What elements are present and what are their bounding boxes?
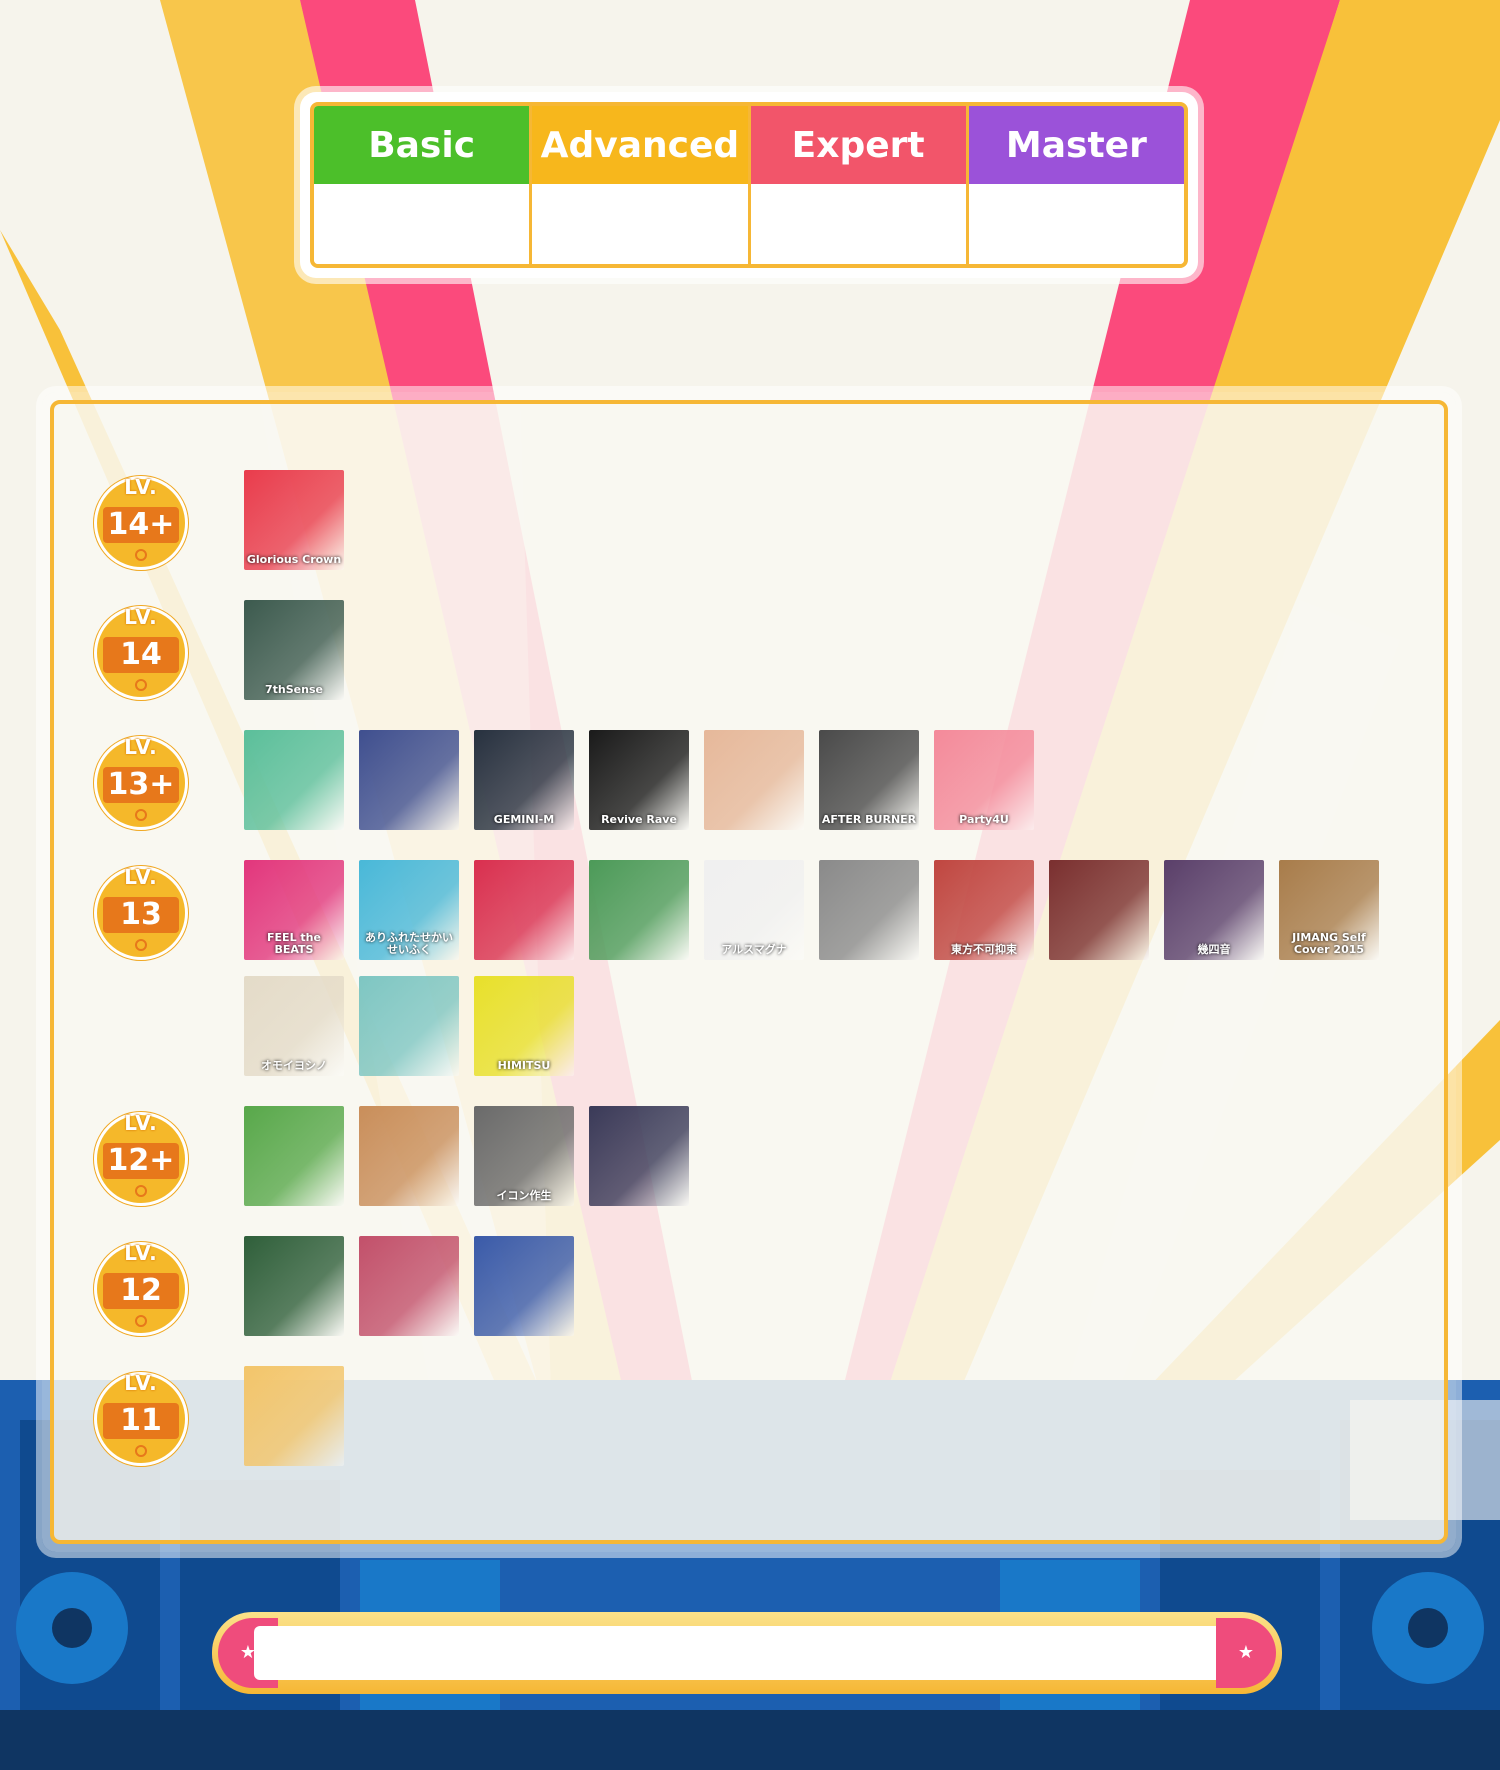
song-jacket-title: Revive Rave	[601, 813, 677, 826]
song-jacket[interactable]	[589, 860, 689, 960]
level-number: 13	[103, 897, 179, 933]
song-jacket[interactable]: FEEL the BEATS	[244, 860, 344, 960]
song-jacket[interactable]: HIMITSU	[474, 976, 574, 1076]
level-badge: LV. 12+	[94, 1111, 188, 1206]
badge-dot-icon	[135, 1185, 147, 1197]
song-jacket[interactable]: アルスマグナ	[704, 860, 804, 960]
level-badge-prefix: LV.	[124, 1371, 158, 1395]
level-number: 11	[103, 1403, 179, 1439]
level-badge: LV. 13	[94, 865, 188, 960]
song-jacket-title: 東方不可抑束	[951, 943, 1017, 956]
song-jacket-title: 7thSense	[265, 683, 323, 696]
difficulty-value-cell	[532, 184, 748, 264]
song-jacket[interactable]: イコン作生	[474, 1106, 574, 1206]
song-jacket-title: Glorious Crown	[246, 553, 342, 566]
song-jacket-title: 幾四音	[1197, 943, 1231, 956]
song-jacket[interactable]: 幾四音	[1164, 860, 1264, 960]
song-jacket[interactable]: JIMANG Self Cover 2015	[1279, 860, 1379, 960]
level-number: 12+	[103, 1143, 179, 1179]
song-jacket[interactable]: GEMINI-M	[474, 730, 574, 830]
song-jacket[interactable]: 7thSense	[244, 600, 344, 700]
song-jacket[interactable]	[359, 730, 459, 830]
difficulty-value-cell	[750, 184, 966, 264]
level-badge: LV. 12	[94, 1241, 188, 1336]
song-jacket[interactable]	[474, 860, 574, 960]
level-badge: LV. 14+	[94, 475, 188, 570]
difficulty-tab-expert[interactable]: Expert	[750, 106, 966, 184]
level-badge: LV. 14	[94, 605, 188, 700]
difficulty-tab-master[interactable]: Master	[968, 106, 1184, 184]
song-jacket-title: イコン作生	[496, 1189, 552, 1202]
song-jacket-title: FEEL the BEATS	[267, 931, 321, 956]
song-jacket[interactable]: オモイヨシノ	[244, 976, 344, 1076]
song-jacket-title: Party4U	[959, 813, 1009, 826]
level-badge-prefix: LV.	[124, 1241, 158, 1265]
song-jacket-title: ありふれたせかいせいふく	[365, 931, 453, 956]
song-jacket[interactable]	[1049, 860, 1149, 960]
song-jacket[interactable]	[359, 1236, 459, 1336]
level-number: 14+	[103, 507, 179, 543]
badge-dot-icon	[135, 939, 147, 951]
difficulty-column-master[interactable]: Master	[968, 106, 1184, 264]
bottom-strip	[0, 1710, 1500, 1770]
difficulty-column-expert[interactable]: Expert	[750, 106, 969, 264]
badge-dot-icon	[135, 679, 147, 691]
song-jacket-title: JIMANG Self Cover 2015	[1292, 931, 1366, 956]
song-jacket[interactable]	[474, 1236, 574, 1336]
song-jacket-title: オモイヨシノ	[261, 1059, 327, 1072]
level-badge-prefix: LV.	[124, 605, 158, 629]
song-jacket[interactable]	[244, 1366, 344, 1466]
song-jacket[interactable]	[244, 730, 344, 830]
level-number: 12	[103, 1273, 179, 1309]
song-jacket[interactable]: Revive Rave	[589, 730, 689, 830]
level-list-panel: LV. 14+ Glorious Crown LV. 14 7thSense LV. 13+ G…	[42, 392, 1456, 1552]
level-list: LV. 14+ Glorious Crown LV. 14 7thSense LV. 13+ G…	[50, 400, 1448, 1544]
song-jacket-title: AFTER BURNER	[821, 813, 917, 826]
level-badge: LV. 11	[94, 1371, 188, 1466]
song-jacket-title: GEMINI-M	[493, 813, 555, 826]
song-jacket[interactable]	[359, 1106, 459, 1206]
level-badge-prefix: LV.	[124, 475, 158, 499]
level-badge-prefix: LV.	[124, 735, 158, 759]
level-number: 14	[103, 637, 179, 673]
level-badge-prefix: LV.	[124, 1111, 158, 1135]
song-jacket[interactable]	[359, 976, 459, 1076]
song-jacket[interactable]	[704, 730, 804, 830]
badge-dot-icon	[135, 1315, 147, 1327]
difficulty-tab-advanced[interactable]: Advanced	[532, 106, 748, 184]
difficulty-column-advanced[interactable]: Advanced	[532, 106, 751, 264]
badge-dot-icon	[135, 809, 147, 821]
difficulty-value-cell	[314, 184, 530, 264]
difficulty-tab-basic[interactable]: Basic	[314, 106, 530, 184]
song-jacket[interactable]: AFTER BURNER	[819, 730, 919, 830]
song-jacket[interactable]	[589, 1106, 689, 1206]
level-number: 13+	[103, 767, 179, 803]
difficulty-value-cell	[968, 184, 1184, 264]
difficulty-table: Basic Advanced Expert Master	[310, 102, 1188, 268]
bottom-bar-field[interactable]	[254, 1626, 1240, 1680]
song-jacket[interactable]	[244, 1106, 344, 1206]
song-jacket-title: HIMITSU	[497, 1059, 551, 1072]
level-badge-prefix: LV.	[124, 865, 158, 889]
bottom-input-bar[interactable]: ★ ★	[212, 1612, 1282, 1694]
badge-dot-icon	[135, 1445, 147, 1457]
song-jacket[interactable]	[819, 860, 919, 960]
song-jacket-title: アルスマグナ	[721, 943, 787, 956]
song-jacket[interactable]: ありふれたせかいせいふく	[359, 860, 459, 960]
level-badge: LV. 13+	[94, 735, 188, 830]
song-jacket[interactable]: 東方不可抑束	[934, 860, 1034, 960]
difficulty-selector: Basic Advanced Expert Master	[300, 92, 1198, 278]
badge-dot-icon	[135, 549, 147, 561]
song-jacket[interactable]: Glorious Crown	[244, 470, 344, 570]
song-jacket[interactable]: Party4U	[934, 730, 1034, 830]
difficulty-column-basic[interactable]: Basic	[314, 106, 533, 264]
song-jacket[interactable]	[244, 1236, 344, 1336]
